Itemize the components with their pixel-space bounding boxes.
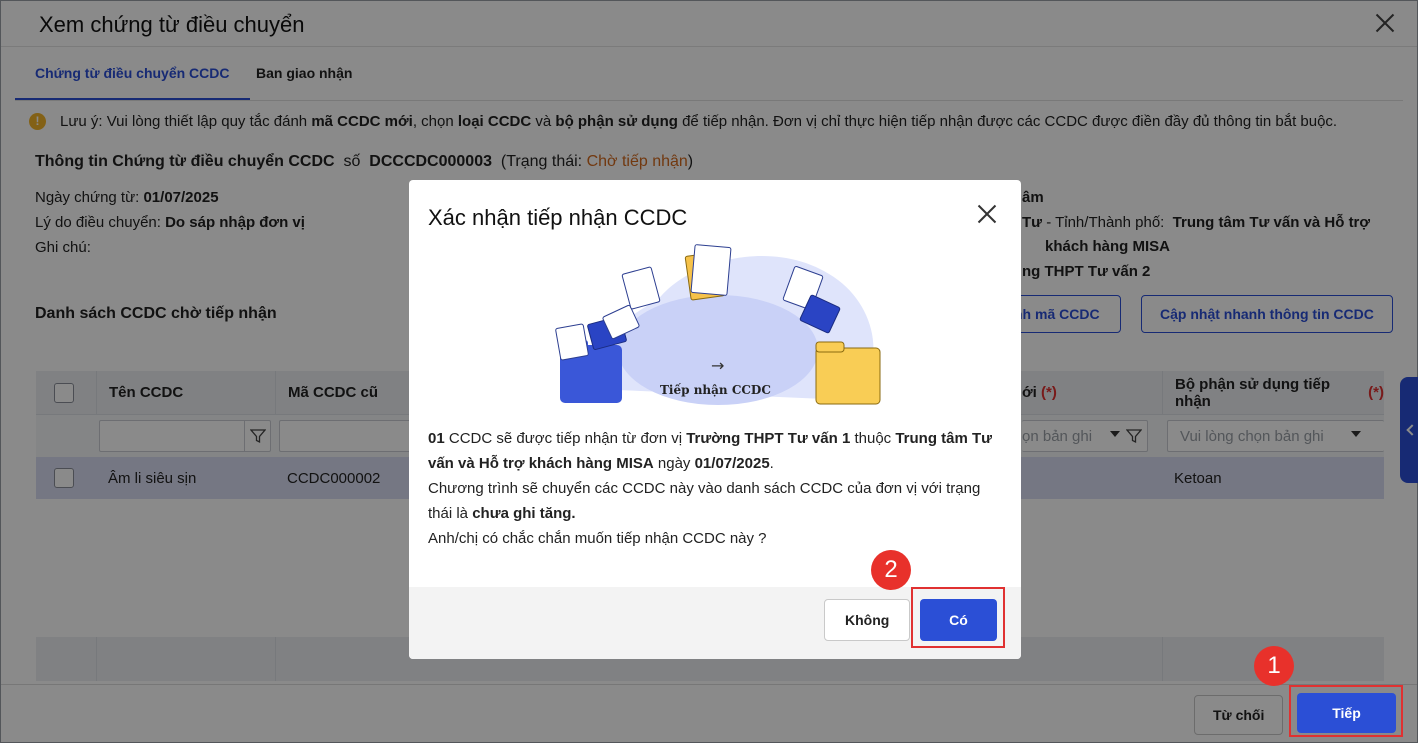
- message-line-2: Chương trình sẽ chuyển các CCDC này vào …: [428, 480, 981, 522]
- receive-illustration-icon: → Tiếp nhận CCDC: [555, 244, 881, 405]
- receive-illustration: → Tiếp nhận CCDC: [548, 240, 888, 410]
- message-line-1: 01 CCDC sẽ được tiếp nhận từ đơn vị Trườ…: [428, 430, 993, 472]
- highlight-box: [1289, 685, 1403, 737]
- step-marker-2: 2: [871, 550, 911, 590]
- arrow-right-icon: →: [711, 356, 724, 375]
- dialog-title: Xác nhận tiếp nhận CCDC: [428, 205, 688, 230]
- illustration-caption: Tiếp nhận CCDC: [660, 382, 771, 397]
- step-marker-1: 1: [1254, 646, 1294, 686]
- message-line-3: Anh/chị có chắc chắn muốn tiếp nhận CCDC…: [428, 530, 767, 547]
- highlight-box: [911, 587, 1005, 648]
- dialog-message: 01 CCDC sẽ được tiếp nhận từ đơn vị Trườ…: [428, 426, 1008, 551]
- close-icon[interactable]: [977, 204, 997, 224]
- no-button[interactable]: Không: [824, 599, 911, 641]
